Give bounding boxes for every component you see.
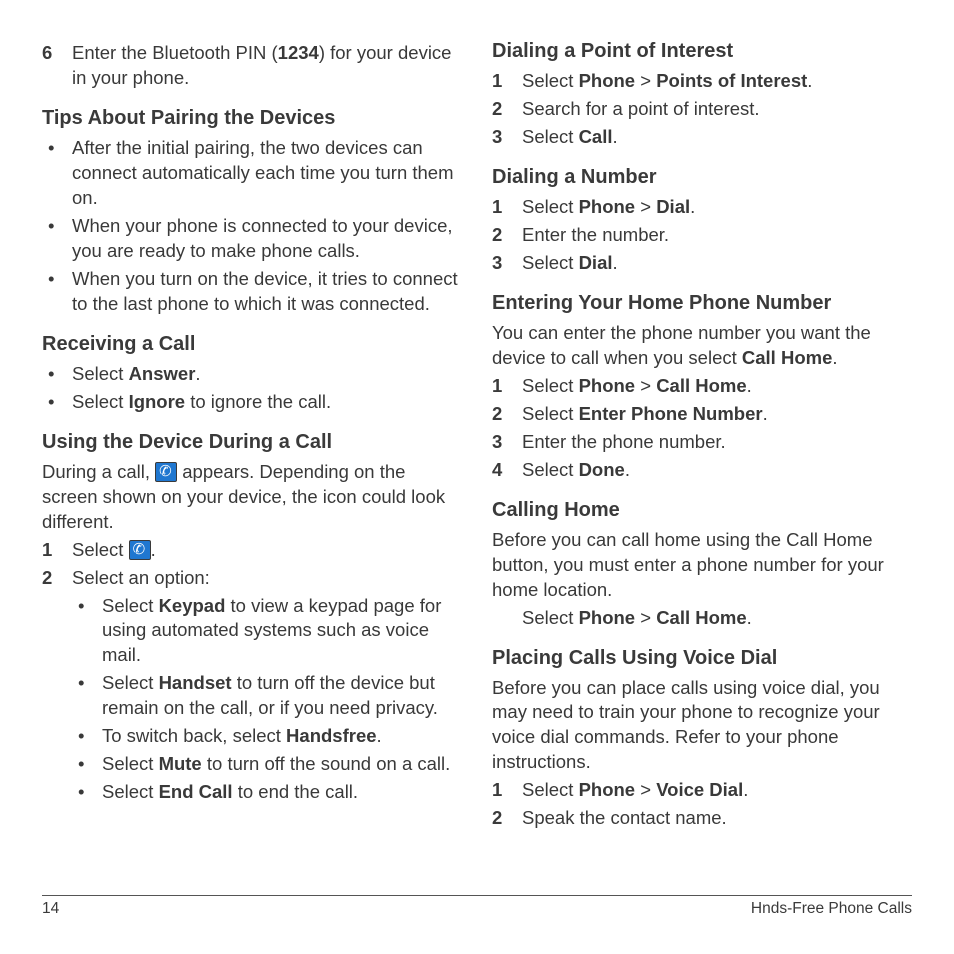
bullet: • <box>72 671 102 721</box>
bullet: • <box>72 594 102 669</box>
heading-voice: Placing Calls Using Voice Dial <box>492 645 912 672</box>
poi-text: Search for a point of interest. <box>522 97 912 122</box>
using-step-text: Select . <box>72 538 462 563</box>
voice-intro: Before you can place calls using voice d… <box>492 676 912 776</box>
dial-step: 1 Select Phone > Dial. <box>492 195 912 220</box>
option-text: Select End Call to end the call. <box>102 780 462 805</box>
options-list: • Select Keypad to view a keypad page fo… <box>72 594 462 806</box>
heading-using: Using the Device During a Call <box>42 429 462 456</box>
bullet: • <box>72 752 102 777</box>
home-intro: You can enter the phone number you want … <box>492 321 912 371</box>
using-step-text: Select an option: <box>72 566 462 591</box>
tip-item: • After the initial pairing, the two dev… <box>42 136 462 211</box>
option-text: Select Keypad to view a keypad page for … <box>102 594 462 669</box>
option-text: Select Handset to turn off the device bu… <box>102 671 462 721</box>
dial-step: 3 Select Dial. <box>492 251 912 276</box>
list-number: 3 <box>492 430 522 455</box>
option-item: • Select Keypad to view a keypad page fo… <box>72 594 462 669</box>
heading-dial: Dialing a Number <box>492 164 912 191</box>
page-footer: 14 Hnds-Free Phone Calls <box>42 895 912 918</box>
phone-icon <box>155 462 177 482</box>
voice-step: 2 Speak the contact name. <box>492 806 912 831</box>
heading-poi: Dialing a Point of Interest <box>492 38 912 65</box>
list-number: 1 <box>492 69 522 94</box>
poi-step: 1 Select Phone > Points of Interest. <box>492 69 912 94</box>
using-step-2: 2 Select an option: <box>42 566 462 591</box>
home-step: 4 Select Done. <box>492 458 912 483</box>
poi-text: Select Call. <box>522 125 912 150</box>
bullet: • <box>72 780 102 805</box>
bullet: • <box>42 267 72 317</box>
using-step-1: 1 Select . <box>42 538 462 563</box>
calling-intro: Before you can call home using the Call … <box>492 528 912 603</box>
dial-text: Select Dial. <box>522 251 912 276</box>
list-number: 4 <box>492 458 522 483</box>
voice-text: Select Phone > Voice Dial. <box>522 778 912 803</box>
home-text: Enter the phone number. <box>522 430 912 455</box>
heading-receiving: Receiving a Call <box>42 331 462 358</box>
list-number: 2 <box>492 402 522 427</box>
poi-step: 3 Select Call. <box>492 125 912 150</box>
tip-text: When your phone is connected to your dev… <box>72 214 462 264</box>
recv-item: • Select Ignore to ignore the call. <box>42 390 462 415</box>
list-number: 2 <box>42 566 72 591</box>
list-number: 2 <box>492 806 522 831</box>
bullet: • <box>42 390 72 415</box>
bullet: • <box>42 214 72 264</box>
list-number: 3 <box>492 251 522 276</box>
list-number: 1 <box>492 374 522 399</box>
phone-icon <box>129 540 151 560</box>
home-text: Select Phone > Call Home. <box>522 374 912 399</box>
option-item: • To switch back, select Handsfree. <box>72 724 462 749</box>
left-column: 6 Enter the Bluetooth PIN (1234) for you… <box>42 38 462 894</box>
home-text: Select Done. <box>522 458 912 483</box>
dial-text: Select Phone > Dial. <box>522 195 912 220</box>
calling-step: Select Phone > Call Home. <box>522 606 912 631</box>
home-step: 3 Enter the phone number. <box>492 430 912 455</box>
option-item: • Select Mute to turn off the sound on a… <box>72 752 462 777</box>
list-number: 1 <box>492 778 522 803</box>
bullet: • <box>42 136 72 211</box>
bullet: • <box>72 724 102 749</box>
poi-step: 2 Search for a point of interest. <box>492 97 912 122</box>
recv-text: Select Answer. <box>72 362 462 387</box>
poi-text: Select Phone > Points of Interest. <box>522 69 912 94</box>
list-number: 2 <box>492 223 522 248</box>
list-number: 3 <box>492 125 522 150</box>
heading-calling: Calling Home <box>492 497 912 524</box>
using-intro: During a call, appears. Depending on the… <box>42 460 462 535</box>
recv-item: • Select Answer. <box>42 362 462 387</box>
recv-text: Select Ignore to ignore the call. <box>72 390 462 415</box>
heading-tips: Tips About Pairing the Devices <box>42 105 462 132</box>
right-column: Dialing a Point of Interest 1 Select Pho… <box>492 38 912 894</box>
bullet: • <box>42 362 72 387</box>
section-title: Hnds-Free Phone Calls <box>751 900 912 918</box>
voice-text: Speak the contact name. <box>522 806 912 831</box>
option-item: • Select Handset to turn off the device … <box>72 671 462 721</box>
home-text: Select Enter Phone Number. <box>522 402 912 427</box>
list-number: 6 <box>42 41 72 91</box>
tip-item: • When you turn on the device, it tries … <box>42 267 462 317</box>
step-6-text: Enter the Bluetooth PIN (1234) for your … <box>72 41 462 91</box>
home-step: 2 Select Enter Phone Number. <box>492 402 912 427</box>
step-6: 6 Enter the Bluetooth PIN (1234) for you… <box>42 41 462 91</box>
page-number: 14 <box>42 900 59 918</box>
tip-text: After the initial pairing, the two devic… <box>72 136 462 211</box>
dial-text: Enter the number. <box>522 223 912 248</box>
option-text: Select Mute to turn off the sound on a c… <box>102 752 462 777</box>
option-item: • Select End Call to end the call. <box>72 780 462 805</box>
home-step: 1 Select Phone > Call Home. <box>492 374 912 399</box>
voice-step: 1 Select Phone > Voice Dial. <box>492 778 912 803</box>
dial-step: 2 Enter the number. <box>492 223 912 248</box>
list-number: 2 <box>492 97 522 122</box>
list-number: 1 <box>492 195 522 220</box>
tip-text: When you turn on the device, it tries to… <box>72 267 462 317</box>
content-columns: 6 Enter the Bluetooth PIN (1234) for you… <box>42 38 912 894</box>
list-number: 1 <box>42 538 72 563</box>
heading-home: Entering Your Home Phone Number <box>492 290 912 317</box>
option-text: To switch back, select Handsfree. <box>102 724 462 749</box>
tip-item: • When your phone is connected to your d… <box>42 214 462 264</box>
